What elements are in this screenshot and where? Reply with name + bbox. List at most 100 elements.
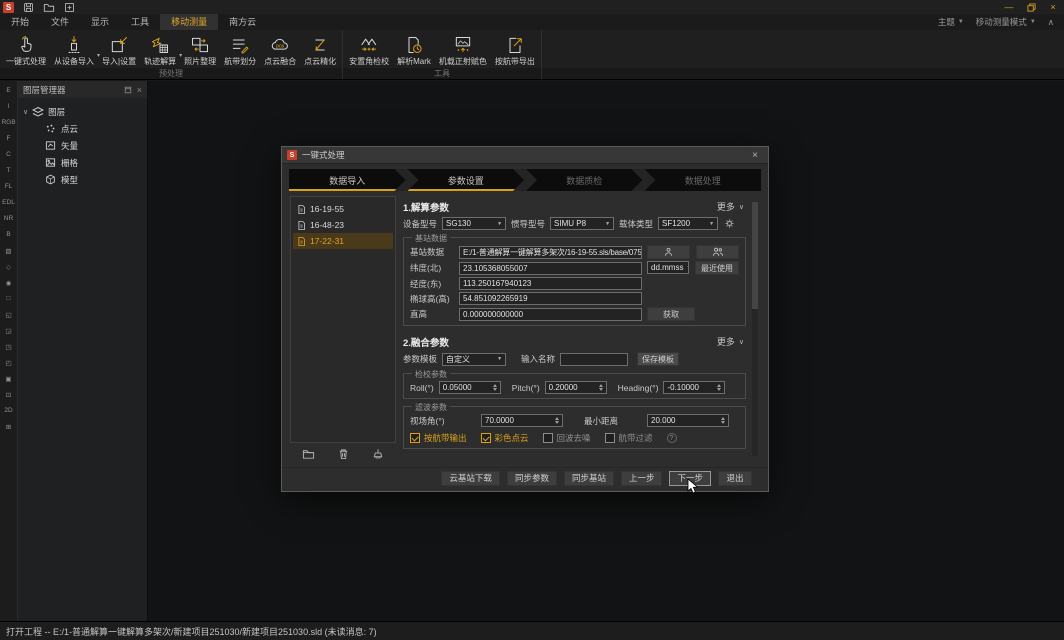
close-panel-icon[interactable]: × — [137, 85, 142, 95]
params-scrollbar[interactable] — [752, 202, 758, 456]
strip-fullextent-button[interactable]: ⊡ — [1, 387, 17, 402]
import-from-device-button[interactable]: 从设备导入 ▾ — [50, 35, 98, 67]
echo-denoise-checkbox[interactable]: 回波去噪 — [543, 432, 591, 444]
layer-item-vector[interactable]: 矢量 — [21, 137, 144, 154]
menu-south-cloud[interactable]: 南方云 — [218, 14, 267, 30]
strip-time-button[interactable]: T — [1, 163, 17, 178]
menu-display[interactable]: 显示 — [80, 14, 120, 30]
strip-class-button[interactable]: C — [1, 147, 17, 162]
tab-data-process[interactable]: 数据处理 — [645, 169, 762, 191]
spinner-arrows[interactable] — [599, 384, 603, 391]
mode-select[interactable]: 移动测量模式 ▼ — [976, 16, 1036, 28]
pitch-spinner[interactable]: 0.20000 — [545, 381, 607, 394]
dialog-titlebar[interactable]: S 一键式处理 × — [282, 147, 768, 164]
sync-base-station-button[interactable]: 同步基站 — [564, 471, 614, 486]
theme-select[interactable]: 主题 ▼ — [938, 16, 964, 28]
list-item[interactable]: 17-22-31 — [293, 233, 393, 249]
solve-more-toggle[interactable]: 更多 ∨ — [717, 200, 746, 213]
photo-organize-button[interactable]: 照片整理 — [180, 35, 220, 67]
colored-pointcloud-checkbox[interactable]: 彩色点云 — [481, 432, 529, 444]
layer-item-pointcloud[interactable]: 点云 — [21, 120, 144, 137]
open-folder-icon[interactable] — [43, 2, 55, 13]
sync-parameters-button[interactable]: 同步参数 — [507, 471, 557, 486]
menu-mobile-survey[interactable]: 移动测量 — [160, 14, 218, 30]
angle-format-select[interactable]: dd.mmss ▼ — [647, 261, 689, 274]
tab-data-qc[interactable]: 数据质检 — [526, 169, 643, 191]
strip-boxselect-button[interactable]: ▧ — [1, 243, 17, 258]
menu-file[interactable]: 文件 — [40, 14, 80, 30]
trajectory-solve-button[interactable]: 轨迹解算 ▾ — [140, 35, 180, 67]
restore-button[interactable] — [1020, 0, 1042, 14]
menu-start[interactable]: 开始 — [0, 14, 40, 30]
list-item[interactable]: 16-48-23 — [293, 217, 393, 233]
imu-model-select[interactable]: SIMU P8 ▼ — [550, 217, 614, 230]
layer-item-model[interactable]: 模型 — [21, 171, 144, 188]
strip-pan-button[interactable]: ◉ — [1, 275, 17, 290]
strip-polyselect-button[interactable]: ◇ — [1, 259, 17, 274]
one-click-process-button[interactable]: 一键式处理 — [2, 35, 50, 67]
strip-viewleft-button[interactable]: ◳ — [1, 339, 17, 354]
strip-filter-checkbox[interactable]: 航带过滤 — [605, 432, 653, 444]
strip-export-button[interactable]: 按航带导出 — [491, 35, 539, 67]
strip-intensity-button[interactable]: I — [1, 99, 17, 114]
import-settings-button[interactable]: 导入|设置 — [98, 35, 140, 67]
minimize-button[interactable]: — — [998, 0, 1020, 14]
roll-spinner[interactable]: 0.05000 — [439, 381, 501, 394]
strip-divide-button[interactable]: 航带划分 — [220, 35, 260, 67]
new-project-icon[interactable] — [64, 2, 75, 13]
heading-spinner[interactable]: -0.10000 — [663, 381, 725, 394]
device-model-select[interactable]: SG130 ▼ — [442, 217, 506, 230]
strip-elevation-button[interactable]: E — [1, 83, 17, 98]
mount-angle-calibration-button[interactable]: 安置角检校 — [345, 35, 393, 67]
spinner-arrows[interactable] — [721, 417, 725, 424]
strip-viewright-button[interactable]: ◰ — [1, 355, 17, 370]
gear-icon[interactable] — [723, 217, 736, 230]
scrollbar-thumb[interactable] — [752, 202, 758, 309]
expand-caret-icon[interactable]: ∨ — [23, 108, 28, 116]
strip-2d-button[interactable]: 2D — [1, 403, 17, 418]
pointcloud-refine-button[interactable]: 点云精化 — [300, 35, 340, 67]
layer-root-node[interactable]: ∨ 图层 — [21, 103, 144, 120]
save-icon[interactable] — [23, 2, 34, 13]
strip-rgb-button[interactable]: RGB — [1, 115, 17, 130]
strip-viewback-button[interactable]: ◲ — [1, 323, 17, 338]
exit-button[interactable]: 退出 — [718, 471, 752, 486]
output-by-strip-checkbox[interactable]: 按航带输出 — [410, 432, 467, 444]
fusion-more-toggle[interactable]: 更多 ∨ — [717, 335, 746, 348]
template-name-input[interactable] — [560, 353, 628, 366]
recently-used-button[interactable]: 最近使用 — [695, 261, 739, 275]
strip-blend-button[interactable]: B — [1, 227, 17, 242]
min-distance-spinner[interactable]: 20.000 — [647, 414, 729, 427]
cloud-base-download-button[interactable]: 云基站下载 — [441, 471, 500, 486]
strip-flightline-button[interactable]: FL — [1, 179, 17, 194]
delete-icon[interactable] — [338, 448, 349, 460]
single-base-button[interactable] — [647, 245, 690, 259]
save-template-button[interactable]: 保存模板 — [637, 352, 679, 366]
help-icon[interactable]: ? — [667, 433, 677, 443]
add-folder-icon[interactable] — [302, 448, 315, 460]
float-panel-icon[interactable] — [124, 86, 132, 94]
strip-viewtop-button[interactable]: □ — [1, 291, 17, 306]
menu-tools[interactable]: 工具 — [120, 14, 160, 30]
ellipsoid-height-input[interactable]: 54.851092265919 — [459, 292, 642, 305]
strip-viewfront-button[interactable]: ◱ — [1, 307, 17, 322]
collapse-ribbon-button[interactable]: ∧ — [1048, 17, 1054, 28]
previous-step-button[interactable]: 上一步 — [621, 471, 663, 486]
list-item[interactable]: 16-19-55 — [293, 201, 393, 217]
spinner-arrows[interactable] — [555, 417, 559, 424]
clear-all-icon[interactable] — [372, 448, 384, 460]
dialog-close-icon[interactable]: × — [747, 150, 763, 161]
tab-parameter-settings[interactable]: 参数设置 — [408, 169, 525, 191]
fov-spinner[interactable]: 70.0000 — [481, 414, 563, 427]
ortho-colorize-button[interactable]: 机载正射赋色 — [435, 35, 491, 67]
strip-fixed-button[interactable]: F — [1, 131, 17, 146]
strip-edl-button[interactable]: EDL — [1, 195, 17, 210]
parse-mark-button[interactable]: 解析Mark — [393, 35, 435, 67]
parameter-template-select[interactable]: 自定义 ▼ — [442, 353, 506, 366]
pointcloud-fusion-button[interactable]: pos 点云融合 — [260, 35, 300, 67]
ortho-height-input[interactable]: 0.000000000000 — [459, 308, 642, 321]
carrier-type-select[interactable]: SF1200 ▼ — [658, 217, 718, 230]
strip-newviewport-button[interactable]: ⊞ — [1, 419, 17, 434]
latitude-input[interactable]: 23.105368055007 — [459, 262, 642, 275]
get-height-button[interactable]: 获取 — [647, 307, 695, 321]
